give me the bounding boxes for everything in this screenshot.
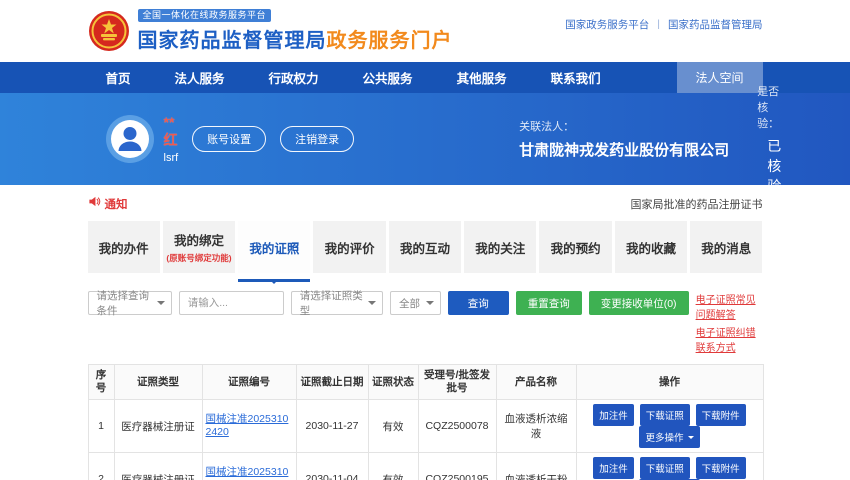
cell-accept-no: CQZ2500195	[418, 453, 496, 480]
tab-my-follows[interactable]: 我的关注	[464, 221, 536, 273]
table-header-row: 序号 证照类型 证照编号 证照截止日期 证照状态 受理号/批签发批号 产品名称 …	[88, 365, 763, 400]
user-identity: **红 lsrf	[164, 114, 179, 164]
tab-my-certificates[interactable]: 我的证照	[238, 221, 310, 273]
table-row: 2 医疗器械注册证 国械注准20253102294 2030-11-04 有效 …	[88, 453, 763, 480]
tab-my-binding[interactable]: 我的绑定 (原账号绑定功能)	[163, 221, 235, 273]
main-nav: 首页 法人服务 行政权力 公共服务 其他服务 联系我们 法人空间	[0, 62, 850, 93]
cert-number-link[interactable]: 国械注准20253102294	[206, 466, 293, 480]
notice-announcement[interactable]: 国家局批准的药品注册证书	[631, 196, 763, 212]
brand: 全国一体化在线政务服务平台 国家药品监督管理局政务服务门户	[88, 9, 453, 53]
brand-text: 全国一体化在线政务服务平台 国家药品监督管理局政务服务门户	[138, 9, 453, 53]
cell-product: 血液透析干粉	[496, 453, 576, 480]
notice-row: 通知 国家局批准的药品注册证书	[88, 185, 763, 221]
account-id: lsrf	[164, 152, 179, 164]
nav-item-other-services[interactable]: 其他服务	[457, 62, 507, 93]
cell-expire-date: 2030-11-04	[296, 453, 368, 480]
download-cert-button[interactable]: 下载证照	[640, 457, 690, 479]
linked-entity-label: 关联法人：	[519, 118, 729, 134]
tab-my-messages[interactable]: 我的消息	[690, 221, 762, 273]
platform-badge: 全国一体化在线政务服务平台	[138, 9, 272, 22]
header-product: 产品名称	[496, 365, 576, 400]
link-separator: |	[657, 18, 660, 30]
cell-index: 1	[88, 400, 114, 453]
username: **红	[164, 114, 179, 150]
cell-accept-no: CQZ2500078	[418, 400, 496, 453]
cert-contact-link[interactable]: 电子证照纠错联系方式	[696, 324, 763, 354]
tab-bar: 我的办件 我的绑定 (原账号绑定功能) 我的证照 我的评价 我的互动 我的关注	[88, 221, 763, 287]
cell-status: 有效	[368, 453, 418, 480]
header-actions: 操作	[576, 365, 763, 400]
user-banner: **红 lsrf 账号设置 注销登录 关联法人： 甘肃陇神戎发药业股份有限公司 …	[0, 93, 850, 185]
account-settings-button[interactable]: 账号设置	[192, 126, 266, 152]
notice-label[interactable]: 通知	[105, 196, 128, 212]
avatar	[106, 115, 154, 163]
cert-number-link[interactable]: 国械注准20253102420	[206, 413, 293, 440]
header-expire-date: 证照截止日期	[296, 365, 368, 400]
page: 全国一体化在线政务服务平台 国家药品监督管理局政务服务门户 国家政务服务平台 |…	[0, 0, 850, 480]
nav-item-home[interactable]: 首页	[106, 62, 131, 93]
cert-type-select[interactable]: 请选择证照类型	[291, 291, 383, 315]
verify-block: 是否核验： 已核验	[757, 83, 781, 196]
nav-item-contact[interactable]: 联系我们	[551, 62, 601, 93]
legal-person-space-button[interactable]: 法人空间	[677, 62, 763, 93]
tab-my-appointments[interactable]: 我的预约	[539, 221, 611, 273]
site-title-secondary: 政务服务门户	[327, 30, 453, 52]
linked-entity-name: 甘肃陇神戎发药业股份有限公司	[519, 139, 729, 160]
table-row: 1 医疗器械注册证 国械注准20253102420 2030-11-27 有效 …	[88, 400, 763, 453]
help-links: 电子证照常见问题解答 电子证照纠错联系方式	[696, 291, 763, 354]
tab-my-cases[interactable]: 我的办件	[88, 221, 160, 273]
annotate-button[interactable]: 加注件	[593, 457, 634, 479]
nav-item-admin-power[interactable]: 行政权力	[269, 62, 319, 93]
header-status: 证照状态	[368, 365, 418, 400]
chevron-down-icon	[688, 436, 694, 442]
filter-bar: 请选择查询条件 请选择证照类型 全部 查询 重置查询 变更接收单位(0) 电子证…	[88, 291, 763, 354]
cell-status: 有效	[368, 400, 418, 453]
logout-button[interactable]: 注销登录	[280, 126, 354, 152]
linked-entity-block: 关联法人： 甘肃陇神戎发药业股份有限公司	[519, 118, 729, 160]
nav-item-public-services[interactable]: 公共服务	[363, 62, 413, 93]
nav-item-legal-services[interactable]: 法人服务	[175, 62, 225, 93]
cell-cert-type: 医疗器械注册证	[114, 400, 202, 453]
download-cert-button[interactable]: 下载证照	[640, 404, 690, 426]
chevron-down-icon	[157, 301, 165, 309]
top-header: 全国一体化在线政务服务平台 国家药品监督管理局政务服务门户 国家政务服务平台 |…	[0, 0, 850, 62]
more-actions-button[interactable]: 更多操作	[639, 426, 699, 448]
annotate-button[interactable]: 加注件	[593, 404, 634, 426]
query-condition-select[interactable]: 请选择查询条件	[88, 291, 172, 315]
link-national-platform[interactable]: 国家政务服务平台	[565, 17, 649, 32]
download-attachment-button[interactable]: 下载附件	[696, 457, 746, 479]
main-content: 通知 国家局批准的药品注册证书 我的办件 我的绑定 (原账号绑定功能) 我的证照	[0, 185, 850, 480]
verify-label: 是否核验：	[757, 83, 781, 131]
reset-button[interactable]: 重置查询	[516, 291, 582, 315]
header-cert-no: 证照编号	[202, 365, 296, 400]
active-tab-pointer-icon	[269, 279, 279, 289]
cell-product: 血液透析浓缩液	[496, 400, 576, 453]
header-accept-no: 受理号/批签发批号	[418, 365, 496, 400]
change-receiver-button[interactable]: 变更接收单位(0)	[589, 291, 689, 315]
header-cert-type: 证照类型	[114, 365, 202, 400]
cert-faq-link[interactable]: 电子证照常见问题解答	[696, 291, 763, 321]
national-emblem-icon	[88, 10, 130, 52]
search-button[interactable]: 查询	[448, 291, 509, 315]
speaker-icon	[88, 195, 101, 213]
tab-my-reviews[interactable]: 我的评价	[313, 221, 385, 273]
tab-my-binding-note: (原账号绑定功能)	[166, 252, 231, 264]
tab-my-favorites[interactable]: 我的收藏	[615, 221, 687, 273]
site-title: 国家药品监督管理局政务服务门户	[138, 24, 453, 53]
tab-my-interactions[interactable]: 我的互动	[389, 221, 461, 273]
chevron-down-icon	[426, 301, 434, 309]
download-attachment-button[interactable]: 下载附件	[696, 404, 746, 426]
certificates-table: 序号 证照类型 证照编号 证照截止日期 证照状态 受理号/批签发批号 产品名称 …	[88, 364, 764, 480]
cell-expire-date: 2030-11-27	[296, 400, 368, 453]
link-nmpa[interactable]: 国家药品监督管理局	[668, 17, 763, 32]
top-links: 国家政务服务平台 | 国家药品监督管理局	[565, 17, 762, 32]
header-index: 序号	[88, 365, 114, 400]
site-title-primary: 国家药品监督管理局	[138, 30, 327, 52]
chevron-down-icon	[368, 301, 376, 309]
cell-index: 2	[88, 453, 114, 480]
scope-select[interactable]: 全部	[390, 291, 441, 315]
keyword-input[interactable]	[179, 291, 284, 315]
cell-cert-type: 医疗器械注册证	[114, 453, 202, 480]
